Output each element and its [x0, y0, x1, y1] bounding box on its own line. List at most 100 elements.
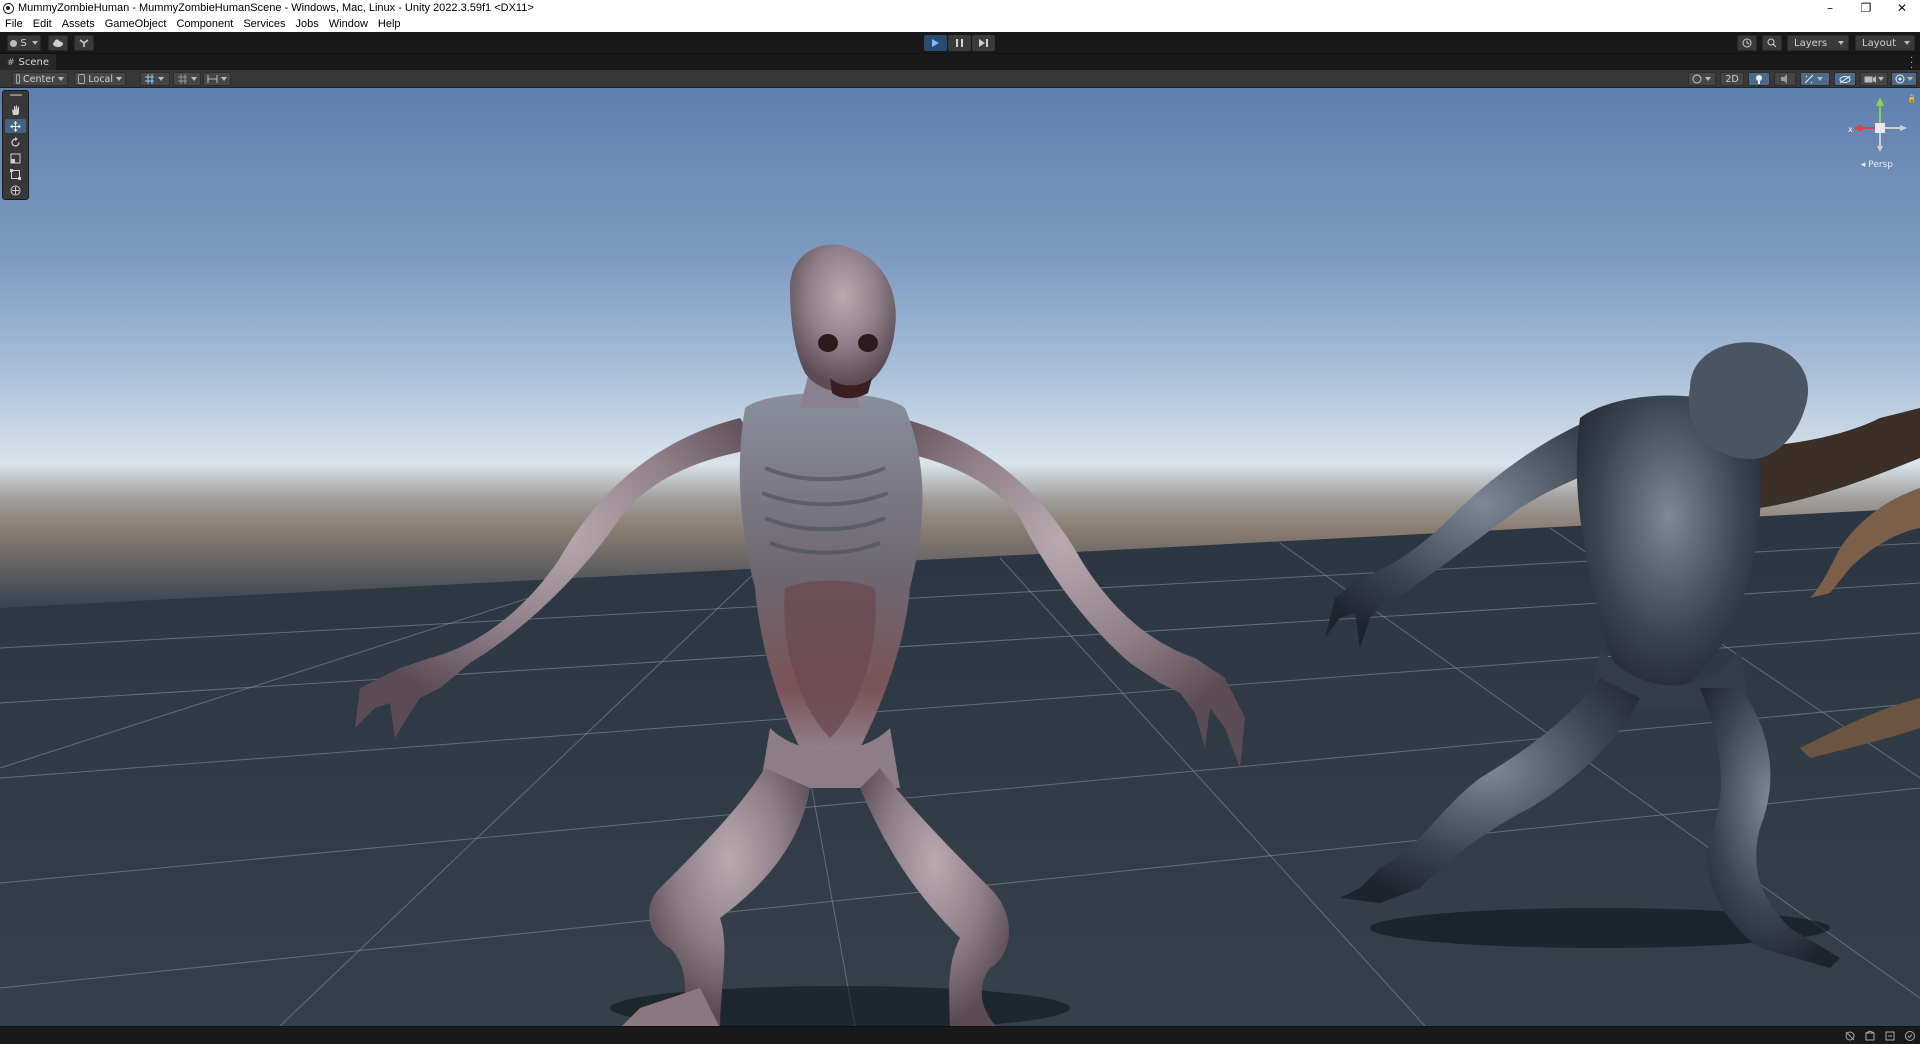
pivot-space-dropdown[interactable]: Local: [74, 72, 126, 86]
menu-window[interactable]: Window: [329, 16, 368, 32]
rotate-tool-button[interactable]: [5, 135, 26, 149]
maximize-button[interactable]: ❐: [1848, 0, 1884, 16]
minimize-button[interactable]: –: [1812, 0, 1848, 16]
grid-icon: [178, 74, 187, 84]
layers-label: Layers: [1794, 37, 1828, 49]
search-button[interactable]: [1762, 35, 1782, 51]
shaded-mode-icon: [1692, 74, 1702, 84]
space-label: Local: [88, 73, 113, 85]
menu-edit[interactable]: Edit: [33, 16, 52, 32]
close-button[interactable]: ✕: [1884, 0, 1920, 16]
cloud-button[interactable]: [48, 35, 68, 51]
chevron-down-icon: [58, 77, 64, 81]
move-tool-icon: [10, 120, 21, 132]
scene-tab-label: Scene: [18, 57, 50, 68]
hand-tool-icon: [12, 105, 19, 115]
grid-snapping-dropdown[interactable]: [140, 72, 170, 86]
history-icon: [1742, 38, 1752, 48]
play-button[interactable]: [924, 35, 947, 51]
projection-toggle[interactable]: ◂ Persp: [1861, 160, 1893, 170]
tab-scene[interactable]: # Scene: [0, 54, 56, 71]
title-bar: MummyZombieHuman - MummyZombieHumanScene…: [0, 0, 1920, 16]
drag-handle-icon[interactable]: [10, 94, 22, 96]
account-icon: [10, 39, 18, 47]
collab-button[interactable]: [74, 35, 94, 51]
play-controls: [924, 35, 995, 51]
step-icon: [979, 39, 988, 47]
chevron-down-icon: [1838, 41, 1844, 45]
menu-help[interactable]: Help: [378, 16, 401, 32]
snap-increment-icon: [207, 75, 218, 83]
grid-visibility-dropdown[interactable]: [173, 72, 201, 86]
draw-mode-dropdown[interactable]: [1688, 72, 1716, 86]
tool-palette: [2, 90, 29, 200]
account-dropdown[interactable]: S: [7, 35, 41, 51]
cache-icon[interactable]: [1884, 1030, 1896, 1042]
menu-file[interactable]: File: [5, 16, 23, 32]
hidden-objects-toggle[interactable]: [1834, 72, 1856, 86]
menu-assets[interactable]: Assets: [62, 16, 95, 32]
layers-dropdown[interactable]: Layers: [1787, 35, 1849, 51]
rect-tool-button[interactable]: [5, 167, 26, 181]
version-control-icon: [79, 39, 89, 47]
effects-dropdown[interactable]: [1800, 72, 1830, 86]
scene-viewport[interactable]: [0, 88, 1920, 1026]
pivot-icon: [16, 74, 21, 84]
camera-settings-dropdown[interactable]: [1860, 72, 1888, 86]
rect-tool-icon: [10, 168, 21, 180]
chevron-down-icon: [1705, 77, 1711, 81]
gizmo-x-label: x: [1848, 125, 1853, 134]
pivot-label: Center: [23, 73, 55, 85]
layout-dropdown[interactable]: Layout: [1855, 35, 1915, 51]
account-label: S: [20, 37, 27, 49]
chevron-down-icon: [116, 77, 122, 81]
axis-gizmo-icon: x 🔒: [1848, 94, 1917, 152]
dock-tab-bar: # Scene · · ·: [0, 53, 1920, 74]
package-icon[interactable]: [1864, 1030, 1876, 1042]
cloud-icon: [53, 39, 63, 47]
mode-2d-label: 2D: [1725, 73, 1739, 85]
debug-icon[interactable]: [1844, 1030, 1856, 1042]
tab-menu-icon[interactable]: · · ·: [1910, 54, 1914, 74]
gizmos-dropdown[interactable]: [1891, 72, 1917, 86]
increment-snap-dropdown[interactable]: [203, 72, 231, 86]
toggle-2d-button[interactable]: 2D: [1720, 72, 1744, 86]
menu-gameobject[interactable]: GameObject: [105, 16, 167, 32]
search-icon: [1767, 38, 1777, 48]
pause-icon: [956, 39, 963, 47]
scale-tool-icon: [10, 153, 21, 163]
main-toolbar: S Layers Layout: [0, 32, 1920, 53]
gizmos-icon: [1895, 74, 1905, 84]
menu-jobs[interactable]: Jobs: [296, 16, 319, 32]
console-icon[interactable]: [1904, 1030, 1916, 1042]
lighting-toggle[interactable]: [1748, 72, 1770, 86]
status-icons: [1844, 1030, 1916, 1042]
menu-bar: File Edit Assets GameObject Component Se…: [0, 16, 1920, 32]
audio-toggle[interactable]: [1774, 72, 1796, 86]
move-tool-button[interactable]: [5, 119, 26, 133]
scene-tab-icon: #: [7, 57, 15, 68]
step-button[interactable]: [972, 35, 995, 51]
window-controls: – ❐ ✕: [1812, 0, 1920, 16]
camera-icon: [1864, 75, 1876, 83]
grid-snap-icon: [145, 74, 154, 84]
chevron-down-icon: [1904, 41, 1910, 45]
transform-tool-icon: [10, 185, 21, 195]
menu-component[interactable]: Component: [176, 16, 233, 32]
scale-tool-button[interactable]: [5, 151, 26, 165]
chevron-down-icon: [191, 77, 197, 81]
pause-button[interactable]: [948, 35, 971, 51]
window-title: MummyZombieHuman - MummyZombieHumanScene…: [18, 2, 534, 14]
chevron-down-icon: [31, 41, 38, 45]
transform-tool-button[interactable]: [5, 183, 26, 197]
projection-label: Persp: [1868, 160, 1893, 170]
undo-history-button[interactable]: [1737, 35, 1757, 51]
scene-view-toolbar: Center Local 2D: [0, 70, 1920, 88]
scene-render: [0, 244, 1920, 1026]
pivot-mode-dropdown[interactable]: Center: [12, 72, 68, 86]
play-icon: [932, 39, 939, 47]
chevron-down-icon: [158, 77, 164, 81]
menu-services[interactable]: Services: [243, 16, 285, 32]
hand-tool-button[interactable]: [5, 103, 26, 117]
chevron-down-icon: [221, 77, 227, 81]
